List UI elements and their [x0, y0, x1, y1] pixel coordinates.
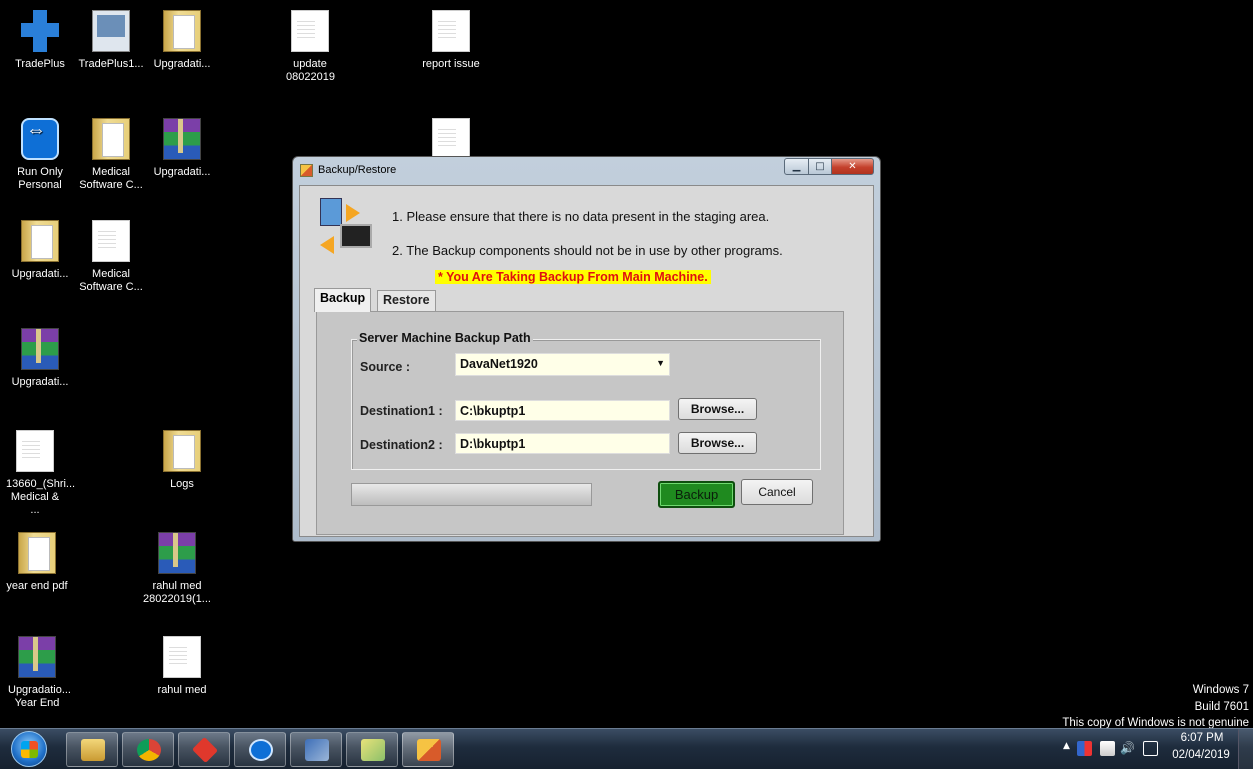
document-icon [432, 10, 470, 52]
minimize-icon: ▁ [792, 161, 801, 172]
destination2-input[interactable]: D:\bkuptp1 [455, 433, 670, 454]
desktop-icon-tradeplus[interactable]: TradePlus [2, 10, 78, 71]
group-title: Server Machine Backup Path [357, 331, 533, 345]
browse-destination2-button[interactable]: Browse... [678, 432, 757, 454]
winrar-archive-icon [158, 532, 196, 574]
server-backup-path-group: Server Machine Backup Path Source : Dava… [351, 331, 821, 470]
desktop-icon-rahul-med-rar[interactable]: rahul med 28022019(1... [134, 532, 220, 606]
instruction-2: 2. The Backup components should not be i… [392, 243, 783, 258]
desktop-icon-13660[interactable]: 13660_(Shri... Medical & ... [0, 430, 76, 517]
destination1-input[interactable]: C:\bkuptp1 [455, 400, 670, 421]
clock-date[interactable]: 02/04/2019 [1170, 749, 1232, 761]
folder-icon [163, 430, 201, 472]
folder-icon [163, 10, 201, 52]
shortcut-icon [92, 10, 130, 52]
document-icon [16, 430, 54, 472]
volume-icon[interactable]: 🔊 [1120, 741, 1135, 756]
minimize-button[interactable]: ▁ [784, 158, 809, 175]
taskbar-chrome[interactable] [122, 732, 174, 767]
instruction-1: 1. Please ensure that there is no data p… [392, 209, 770, 224]
taskbar-network-setup[interactable] [290, 732, 342, 767]
maximize-button[interactable]: □ [808, 158, 832, 175]
destination2-label: Destination2 : [360, 438, 443, 452]
warning-message: * You Are Taking Backup From Main Machin… [435, 270, 711, 284]
desktop-icon-tradeplus1[interactable]: TradePlus1... [73, 10, 149, 71]
close-button[interactable]: ✕ [831, 158, 874, 175]
network-icon[interactable] [1143, 741, 1158, 756]
dialog-client-area: 1. Please ensure that there is no data p… [299, 185, 874, 537]
backup-tab-panel: Server Machine Backup Path Source : Dava… [316, 311, 844, 535]
taskbar-teamviewer[interactable] [234, 732, 286, 767]
sticky-notes-icon [361, 739, 385, 761]
taskbar-file-explorer[interactable] [66, 732, 118, 767]
source-dropdown[interactable]: DavaNet1920 ▼ [455, 353, 670, 376]
dialog-title: Backup/Restore [318, 164, 397, 176]
desktop-icon-medical-software-doc[interactable]: Medical Software C... [73, 220, 149, 294]
watermark-windows-version: Windows 7 [1192, 684, 1249, 696]
folder-icon [92, 118, 130, 160]
app-icon [300, 164, 313, 177]
tab-backup[interactable]: Backup [314, 288, 372, 312]
folder-icon [21, 220, 59, 262]
taskbar-backup-restore[interactable] [402, 732, 454, 767]
winrar-archive-icon [163, 118, 201, 160]
maximize-icon: □ [815, 161, 825, 172]
watermark-build: Build 7601 [1194, 701, 1249, 713]
backup-restore-app-icon [417, 739, 441, 761]
taskbar-anydesk[interactable] [178, 732, 230, 767]
clock-time[interactable]: 6:07 PM [1178, 732, 1226, 744]
source-value: DavaNet1920 [460, 357, 538, 371]
desktop-icon-upgradation-rar-2[interactable]: Upgradati... [2, 328, 78, 389]
dropdown-arrow-icon[interactable]: ▼ [656, 358, 665, 368]
document-icon [432, 118, 470, 160]
source-label: Source : [360, 360, 411, 374]
teamviewer-icon [249, 739, 273, 761]
anydesk-icon [191, 736, 219, 764]
desktop-icon-logs[interactable]: Logs [144, 430, 220, 491]
desktop-icon-upgradation-folder-2[interactable]: Upgradati... [2, 220, 78, 281]
desktop-icon-run-only-personal[interactable]: Run Only Personal [2, 118, 78, 192]
dialog-titlebar[interactable]: Backup/Restore ▁ □ ✕ [293, 157, 880, 185]
backup-restore-dialog: Backup/Restore ▁ □ ✕ 1. Please ensure th… [292, 156, 881, 542]
desktop-icon-upgradation-rar[interactable]: Upgradati... [144, 118, 220, 179]
tray-app-icon[interactable] [1077, 741, 1092, 756]
desktop-icon-upgradation-folder[interactable]: Upgradati... [144, 10, 220, 71]
show-desktop-button[interactable] [1238, 729, 1253, 769]
tradeplus-icon [21, 10, 59, 52]
document-icon [291, 10, 329, 52]
backup-restore-icon [318, 198, 376, 270]
desktop-icon-upgradation-year-end[interactable]: Upgradatio... Year End [0, 636, 78, 710]
desktop-icon-medical-software[interactable]: Medical Software C... [73, 118, 149, 192]
document-icon [92, 220, 130, 262]
backup-progress-bar [351, 483, 592, 506]
network-setup-icon [305, 739, 329, 761]
file-explorer-icon [81, 739, 105, 761]
close-icon: ✕ [848, 161, 857, 172]
tab-restore[interactable]: Restore [377, 290, 436, 311]
desktop-icon-year-end-pdf[interactable]: year end pdf [0, 532, 78, 593]
cancel-button[interactable]: Cancel [741, 479, 813, 505]
backup-button[interactable]: Backup [658, 481, 735, 508]
document-icon [163, 636, 201, 678]
folder-icon [18, 532, 56, 574]
start-button[interactable] [11, 731, 47, 767]
taskbar: ▲ 🔊 6:07 PM 02/04/2019 [0, 728, 1253, 769]
browse-destination1-button[interactable]: Browse... [678, 398, 757, 420]
action-center-flag-icon[interactable] [1100, 741, 1115, 756]
teamviewer-icon [21, 118, 59, 160]
destination1-label: Destination1 : [360, 404, 443, 418]
desktop-icon-rahul-med[interactable]: rahul med [144, 636, 220, 697]
taskbar-sticky-notes[interactable] [346, 732, 398, 767]
winrar-archive-icon [21, 328, 59, 370]
desktop-icon-update[interactable]: update 08022019 [272, 10, 348, 84]
desktop-icon-report-issue[interactable]: report issue [413, 10, 489, 71]
show-hidden-icons-button[interactable]: ▲ [1063, 741, 1070, 751]
winrar-archive-icon [18, 636, 56, 678]
chrome-icon [137, 739, 161, 761]
